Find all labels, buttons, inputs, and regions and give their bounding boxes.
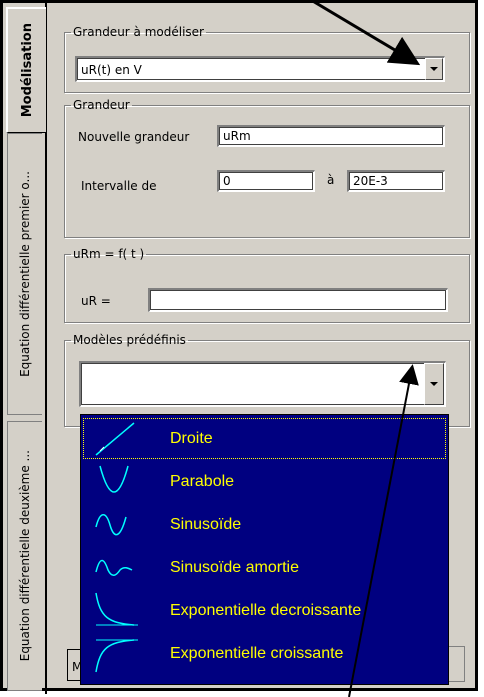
a-label: à [327, 173, 335, 187]
tab-label: Equation différentielle deuxième ... [18, 450, 32, 662]
tab-equation-deuxieme-ordre[interactable]: Equation différentielle deuxième ... [7, 421, 42, 691]
grandeur-select-dropdown-button[interactable] [425, 58, 443, 80]
parabola-icon [82, 460, 142, 503]
exp-decay-icon [82, 589, 142, 632]
group-legend: uRm = f( t ) [73, 247, 145, 261]
intervalle-to-input[interactable]: 20E-3 [347, 170, 445, 192]
tab-equation-premier-ordre[interactable]: Equation différentielle premier o... [7, 133, 42, 415]
option-exponentielle-croissante[interactable]: Exponentielle croissante [82, 632, 447, 675]
line-icon [82, 417, 142, 460]
grandeur-select[interactable]: uR(t) en V [75, 56, 445, 82]
tab-modelisation[interactable]: Modélisation [6, 7, 46, 133]
grandeur-select-value: uR(t) en V [81, 63, 142, 77]
damped-sine-icon [82, 546, 142, 589]
option-sinusoide[interactable]: Sinusoïde [82, 503, 447, 546]
intervalle-label: Intervalle de [81, 179, 157, 193]
option-exponentielle-decroissante[interactable]: Exponentielle decroissante [82, 589, 447, 632]
tab-label: Equation différentielle premier o... [18, 171, 32, 377]
formula-label: uR = [81, 294, 111, 308]
modeles-dropdown-list: Droite Parabole Sinusoïde Sinusoïde amor… [80, 414, 449, 685]
group-legend: Grandeur [73, 98, 130, 112]
option-label: Droite [170, 429, 213, 447]
chevron-down-icon [430, 67, 438, 71]
intervalle-from-input[interactable]: 0 [217, 170, 315, 192]
option-label: Sinusoïde amortie [170, 558, 299, 576]
group-legend: Grandeur à modéliser [73, 25, 204, 39]
modeles-select[interactable] [79, 361, 446, 407]
sine-icon [82, 503, 142, 546]
vertical-tab-strip: Modélisation Equation différentielle pre… [3, 3, 46, 694]
option-droite[interactable]: Droite [82, 417, 447, 460]
nouvelle-grandeur-input[interactable]: uRm [217, 125, 445, 147]
modeles-select-dropdown-button[interactable] [424, 363, 444, 405]
tab-label: Modélisation [19, 23, 35, 118]
panel-frame: Modélisation Equation différentielle pre… [0, 0, 478, 694]
chevron-down-icon [430, 382, 438, 386]
option-label: Exponentielle decroissante [170, 601, 362, 619]
exp-growth-icon [82, 632, 142, 675]
group-grandeur: Grandeur [64, 98, 470, 238]
option-label: Sinusoïde [170, 515, 242, 533]
nouvelle-grandeur-label: Nouvelle grandeur [78, 130, 190, 144]
option-label: Exponentielle croissante [170, 644, 344, 662]
option-sinusoide-amortie[interactable]: Sinusoïde amortie [82, 546, 447, 589]
option-parabole[interactable]: Parabole [82, 460, 447, 503]
option-label: Parabole [170, 472, 235, 490]
formula-input[interactable] [148, 288, 448, 312]
group-legend: Modèles prédéfinis [73, 333, 186, 347]
